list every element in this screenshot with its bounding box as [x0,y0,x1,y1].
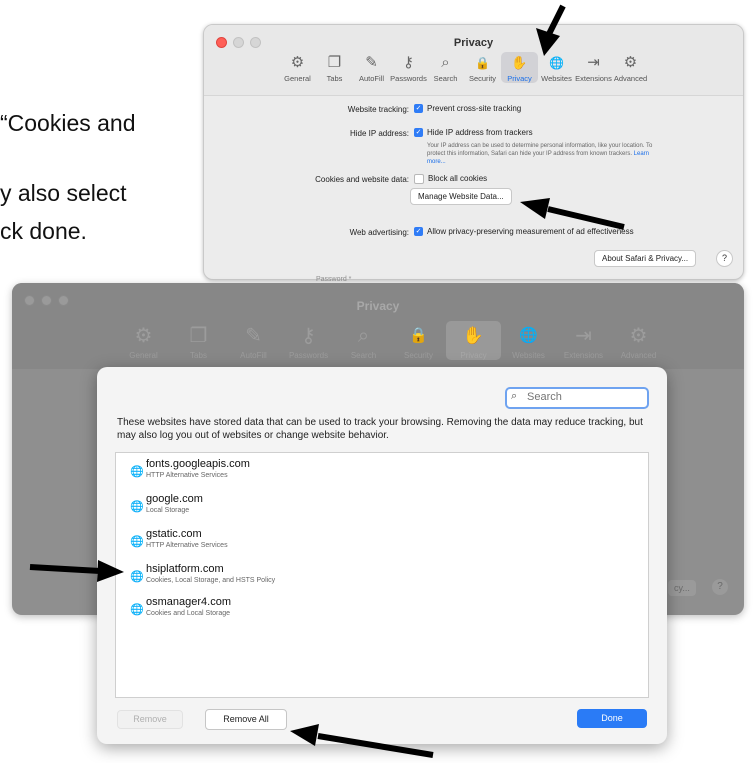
arrow-to-privacy-tab [536,4,566,56]
annotation-arrows [29,4,625,758]
arrow-to-remove-all [290,724,434,758]
arrow-to-site-row [29,560,124,582]
arrow-to-manage-button [520,198,625,230]
